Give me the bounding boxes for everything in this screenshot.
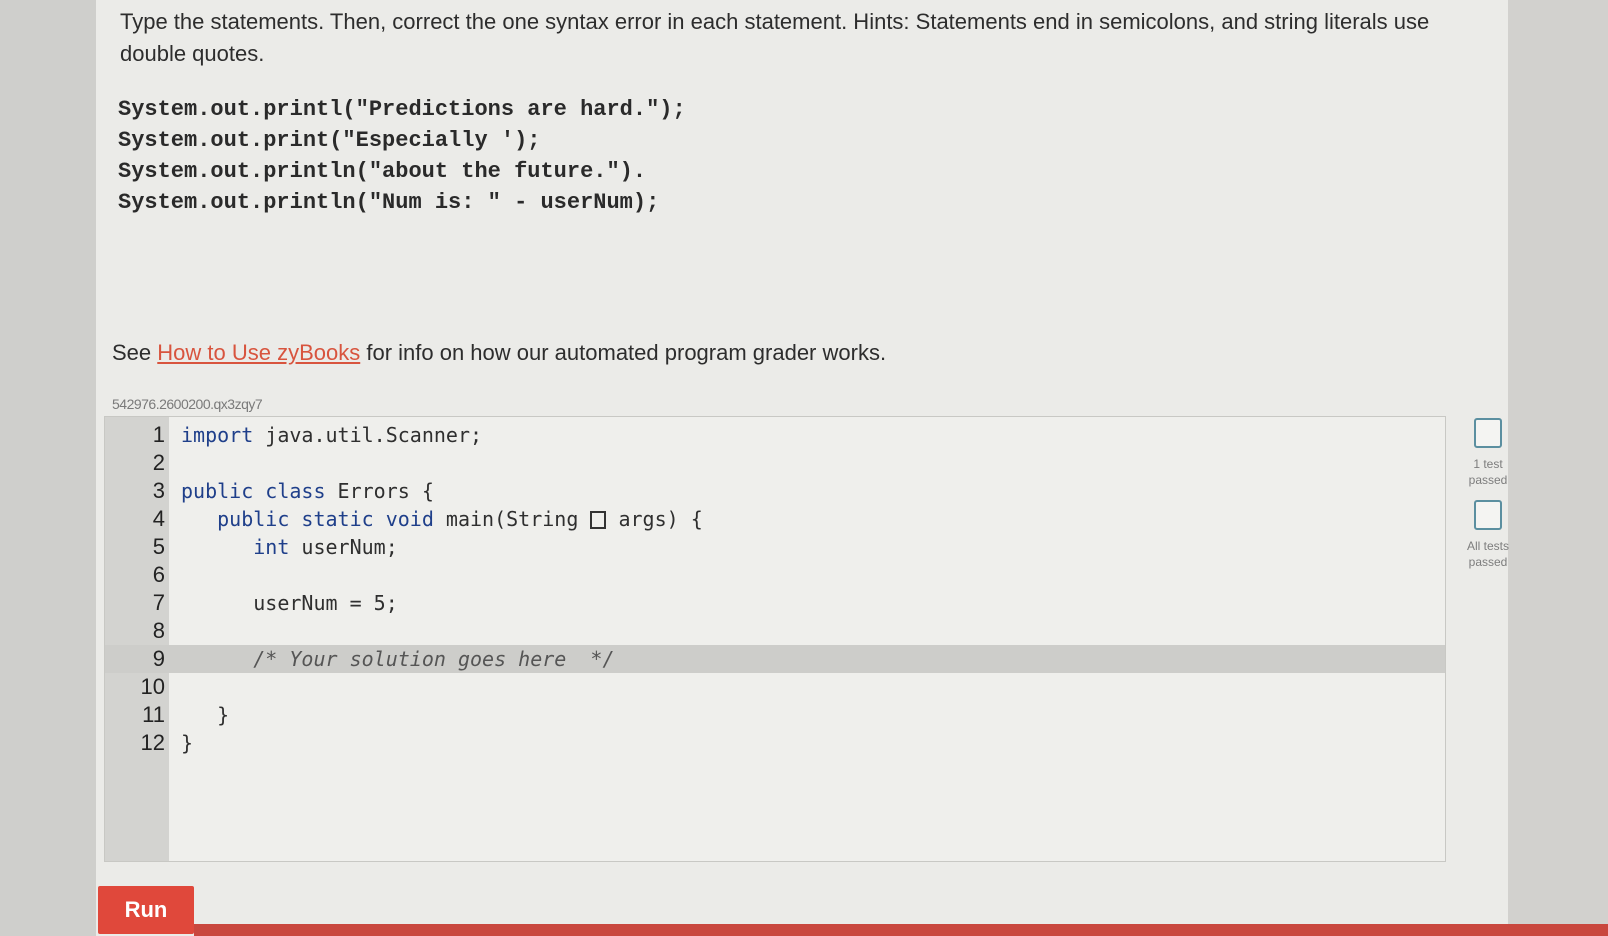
line-number: 11 <box>142 702 165 727</box>
help-text: See How to Use zyBooks for info on how o… <box>112 340 886 366</box>
line-number: 4 <box>152 506 165 531</box>
line-number: 6 <box>152 562 165 587</box>
test-status-all: All tests passed <box>1456 500 1520 570</box>
statement-line: System.out.printl("Predictions are hard.… <box>118 97 686 122</box>
line-number: 1 <box>152 422 165 447</box>
code-line[interactable]: 3 public class Errors { <box>105 477 1445 505</box>
help-suffix: for info on how our automated program gr… <box>360 340 887 365</box>
right-margin <box>1508 0 1608 936</box>
code-text[interactable]: public class Errors { <box>181 477 434 505</box>
line-number: 2 <box>152 450 165 475</box>
code-editor[interactable]: 1 import java.util.Scanner; 2 3 public class… <box>104 416 1446 862</box>
code-line[interactable]: 4 public static void main(String args) { <box>105 505 1445 533</box>
how-to-use-zybooks-link[interactable]: How to Use zyBooks <box>157 340 360 365</box>
instructions-text: Type the statements. Then, correct the o… <box>120 9 1430 66</box>
line-number: 3 <box>152 478 165 503</box>
code-line[interactable]: 2 <box>105 449 1445 477</box>
left-margin <box>0 0 96 936</box>
line-number: 7 <box>152 590 165 615</box>
code-line[interactable]: 9 /* Your solution goes here */ <box>105 645 1445 673</box>
code-text[interactable]: public static void main(String args) { <box>181 505 703 533</box>
code-line[interactable]: 7 userNum = 5; <box>105 589 1445 617</box>
test-passed-label: 1 test passed <box>1468 457 1508 487</box>
statement-line: System.out.println("Num is: " - userNum)… <box>118 190 660 215</box>
statement-line: System.out.print("Especially '); <box>118 128 541 153</box>
code-text[interactable]: int userNum; <box>181 533 398 561</box>
bottom-accent-strip <box>194 924 1608 936</box>
challenge-id: 542976.2600200.qx3zqy7 <box>112 396 263 412</box>
statement-line: System.out.println("about the future."). <box>118 159 647 184</box>
code-line[interactable]: 12} <box>105 729 1445 757</box>
test-status-1: 1 test passed <box>1456 418 1520 488</box>
all-tests-passed-checkbox-icon <box>1474 500 1502 530</box>
code-line[interactable]: 1 import java.util.Scanner; <box>105 421 1445 449</box>
line-number: 10 <box>140 674 165 699</box>
help-prefix: See <box>112 340 158 365</box>
code-text[interactable]: userNum = 5; <box>181 589 398 617</box>
code-line[interactable]: 8 <box>105 617 1445 645</box>
line-number: 8 <box>152 618 165 643</box>
code-line[interactable]: 10 <box>105 673 1445 701</box>
run-button[interactable]: Run <box>98 886 194 934</box>
code-text[interactable]: } <box>181 729 193 757</box>
code-text[interactable]: import java.util.Scanner; <box>181 421 482 449</box>
line-number: 12 <box>140 730 165 755</box>
line-number: 9 <box>152 646 165 671</box>
test-passed-checkbox-icon <box>1474 418 1502 448</box>
all-tests-passed-label: All tests passed <box>1466 539 1509 569</box>
code-text[interactable]: } <box>181 701 229 729</box>
code-line[interactable]: 6 <box>105 561 1445 589</box>
code-line[interactable]: 5 int userNum; <box>105 533 1445 561</box>
line-number: 5 <box>152 534 165 559</box>
statements-block: System.out.printl("Predictions are hard.… <box>118 94 686 218</box>
code-text[interactable]: /* Your solution goes here */ <box>181 645 614 673</box>
missing-glyph-box-icon <box>590 511 607 529</box>
code-line[interactable]: 11 } <box>105 701 1445 729</box>
